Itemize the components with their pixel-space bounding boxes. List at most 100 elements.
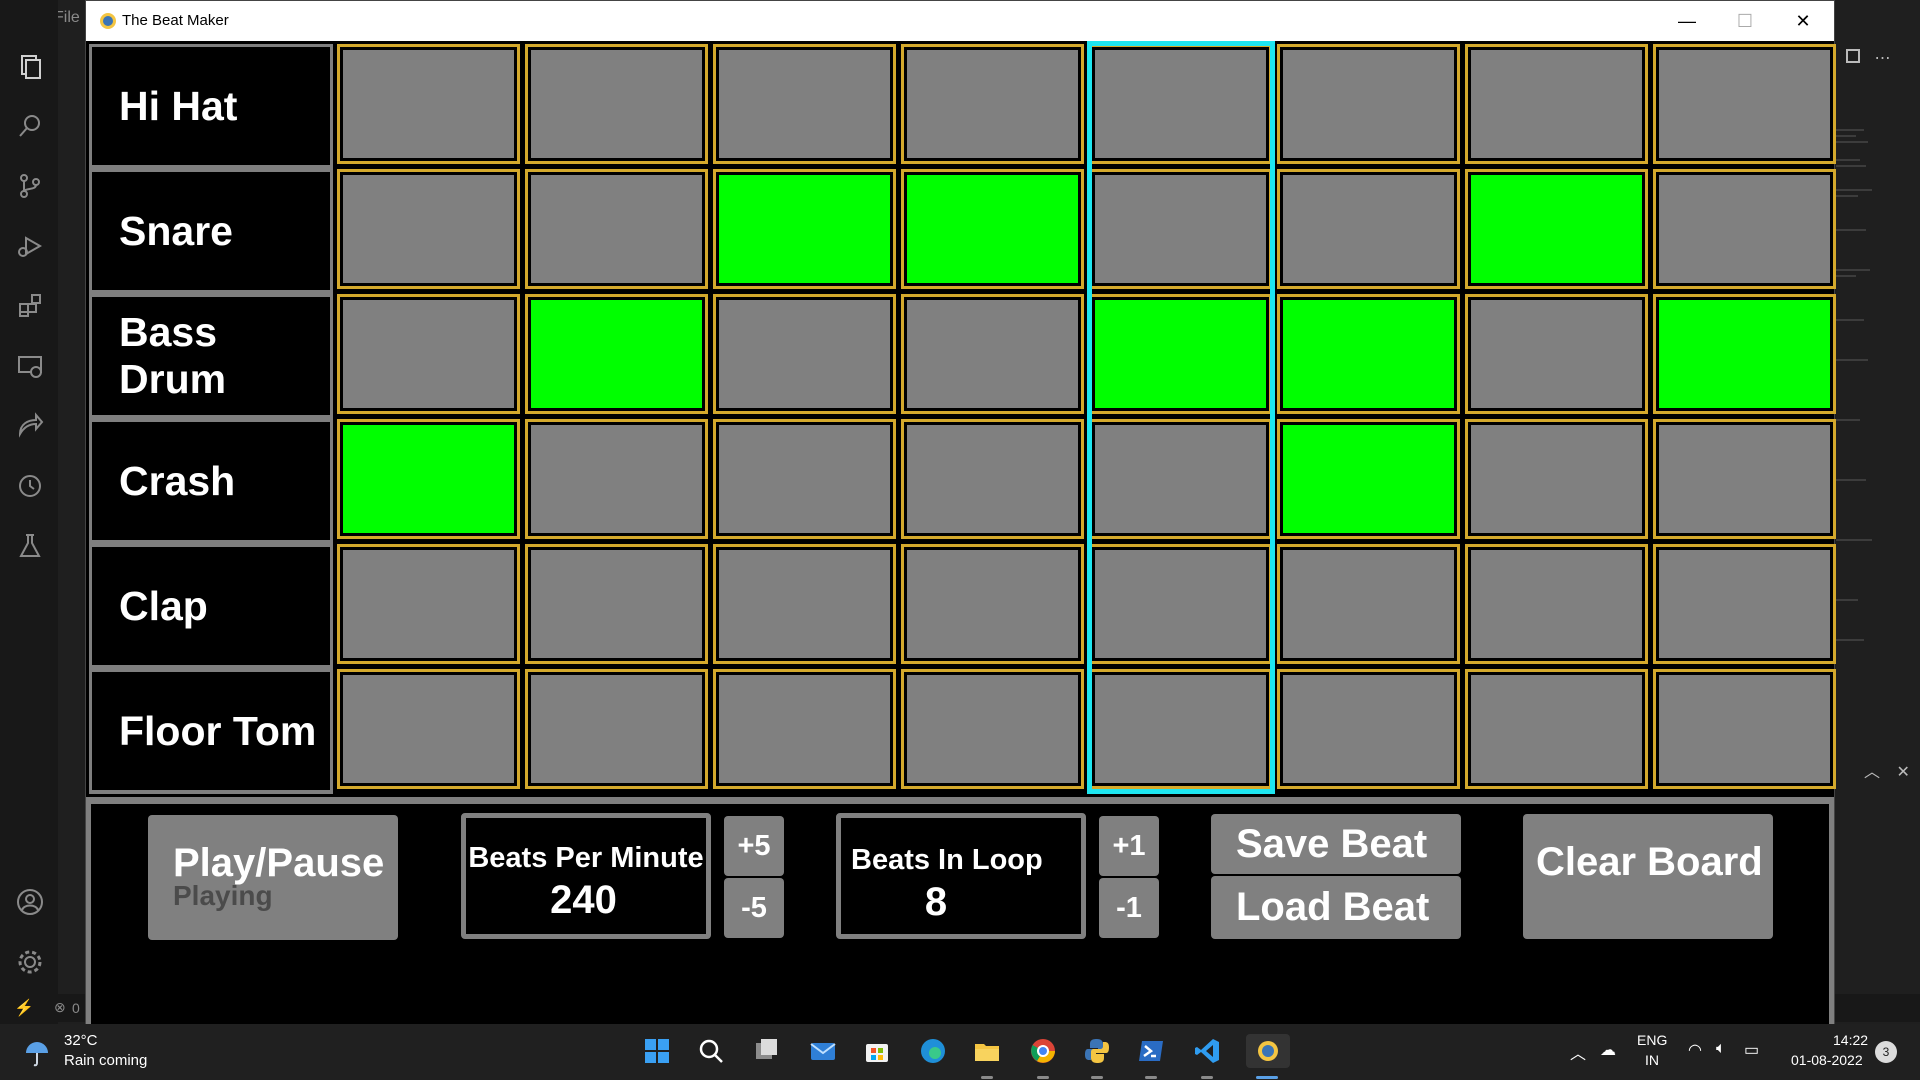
beat-cell[interactable] (1089, 294, 1272, 414)
volume-icon[interactable]: 🔈︎ (1716, 1040, 1726, 1058)
beat-cell[interactable] (1653, 294, 1836, 414)
settings-gear-icon[interactable] (14, 946, 46, 978)
beat-cell[interactable] (901, 419, 1084, 539)
beat-cell[interactable] (337, 669, 520, 789)
run-debug-icon[interactable] (14, 230, 46, 262)
weather-temperature[interactable]: 32°C (64, 1032, 98, 1049)
beat-cell[interactable] (713, 169, 896, 289)
remote-indicator-icon[interactable]: ⚡ (14, 998, 34, 1018)
beat-cell[interactable] (713, 669, 896, 789)
mail-icon[interactable] (806, 1034, 840, 1068)
beat-cell[interactable] (1653, 169, 1836, 289)
python-game-icon[interactable] (1246, 1034, 1290, 1068)
beat-cell[interactable] (525, 669, 708, 789)
beat-cell[interactable] (525, 44, 708, 164)
task-view-icon[interactable] (750, 1034, 784, 1068)
live-share-icon[interactable] (14, 410, 46, 442)
remote-explorer-icon[interactable] (14, 350, 46, 382)
close-panel-icon[interactable]: ✕ (1896, 764, 1909, 781)
source-control-icon[interactable] (14, 170, 46, 202)
beat-cell[interactable] (713, 44, 896, 164)
beat-cell[interactable] (1277, 44, 1460, 164)
clear-board-button[interactable]: Clear Board (1523, 814, 1773, 939)
split-editor-icon[interactable] (1846, 49, 1860, 63)
chevron-up-icon[interactable]: ︿ (1864, 764, 1880, 781)
beat-cell[interactable] (1465, 419, 1648, 539)
window-titlebar[interactable]: The Beat Maker — ☐ ✕ (86, 1, 1834, 41)
beat-cell[interactable] (1465, 44, 1648, 164)
beat-cell[interactable] (713, 294, 896, 414)
testing-icon[interactable] (14, 530, 46, 562)
problems-icon[interactable]: ⊗ (54, 999, 66, 1016)
beat-cell[interactable] (1089, 169, 1272, 289)
file-explorer-icon[interactable] (970, 1034, 1004, 1068)
beat-cell[interactable] (713, 419, 896, 539)
search-icon[interactable] (694, 1034, 728, 1068)
extensions-icon[interactable] (14, 290, 46, 322)
beat-cell[interactable] (901, 169, 1084, 289)
beat-cell[interactable] (337, 419, 520, 539)
beat-cell[interactable] (901, 294, 1084, 414)
beat-cell[interactable] (1465, 294, 1648, 414)
beat-cell[interactable] (1653, 544, 1836, 664)
beat-cell[interactable] (901, 669, 1084, 789)
language-region[interactable]: IN (1645, 1052, 1659, 1068)
beat-cell[interactable] (337, 544, 520, 664)
beat-cell[interactable] (901, 544, 1084, 664)
beat-cell[interactable] (1089, 544, 1272, 664)
beat-cell[interactable] (1277, 169, 1460, 289)
weather-rain-icon[interactable] (22, 1038, 52, 1068)
beat-cell[interactable] (1653, 44, 1836, 164)
save-beat-button[interactable]: Save Beat (1211, 814, 1461, 874)
beat-cell[interactable] (525, 169, 708, 289)
beat-cell[interactable] (337, 44, 520, 164)
python-icon[interactable] (1080, 1034, 1114, 1068)
bpm-decrease-button[interactable]: -5 (724, 878, 784, 938)
microsoft-store-icon[interactable] (860, 1034, 894, 1068)
beat-cell[interactable] (337, 169, 520, 289)
beat-cell[interactable] (525, 419, 708, 539)
beat-cell[interactable] (1653, 419, 1836, 539)
bpm-increase-button[interactable]: +5 (724, 816, 784, 876)
chevron-up-icon[interactable]: ︿ (1570, 1040, 1586, 1064)
account-icon[interactable] (14, 886, 46, 918)
beat-cell[interactable] (1465, 544, 1648, 664)
beat-cell[interactable] (1465, 669, 1648, 789)
play-pause-button[interactable]: Play/Pause Playing (148, 815, 398, 940)
weather-description[interactable]: Rain coming (64, 1052, 147, 1069)
explorer-icon[interactable] (14, 50, 46, 82)
beat-cell[interactable] (525, 544, 708, 664)
load-beat-button[interactable]: Load Beat (1211, 876, 1461, 939)
powershell-icon[interactable] (1134, 1034, 1168, 1068)
clock-time[interactable]: 14:22 (1833, 1032, 1868, 1048)
windows-start-icon[interactable] (640, 1034, 674, 1068)
minimize-button[interactable]: — (1658, 1, 1716, 41)
language-indicator[interactable]: ENG (1637, 1032, 1667, 1048)
beat-cell[interactable] (1089, 44, 1272, 164)
search-icon[interactable] (14, 110, 46, 142)
beat-cell[interactable] (1089, 419, 1272, 539)
edge-browser-icon[interactable] (916, 1034, 950, 1068)
timeline-icon[interactable] (14, 470, 46, 502)
beat-cell[interactable] (1653, 669, 1836, 789)
beats-increase-button[interactable]: +1 (1099, 816, 1159, 876)
close-button[interactable]: ✕ (1774, 1, 1832, 41)
beat-cell[interactable] (1089, 669, 1272, 789)
beat-cell[interactable] (1277, 419, 1460, 539)
beat-cell[interactable] (525, 294, 708, 414)
beat-cell[interactable] (901, 44, 1084, 164)
problems-count[interactable]: 0 (72, 1000, 80, 1016)
beat-cell[interactable] (1465, 169, 1648, 289)
more-actions-icon[interactable]: ⋯ (1874, 50, 1890, 67)
beat-cell[interactable] (713, 544, 896, 664)
onedrive-warning-icon[interactable]: ☁ (1600, 1040, 1616, 1060)
beat-cell[interactable] (1277, 294, 1460, 414)
notification-badge[interactable]: 3 (1875, 1041, 1897, 1063)
clock-date[interactable]: 01-08-2022 (1791, 1052, 1863, 1068)
beat-cell[interactable] (1277, 669, 1460, 789)
vscode-icon[interactable] (1190, 1034, 1224, 1068)
wifi-icon[interactable]: ◠ (1688, 1040, 1702, 1060)
beats-decrease-button[interactable]: -1 (1099, 878, 1159, 938)
beat-cell[interactable] (337, 294, 520, 414)
chrome-browser-icon[interactable] (1026, 1034, 1060, 1068)
